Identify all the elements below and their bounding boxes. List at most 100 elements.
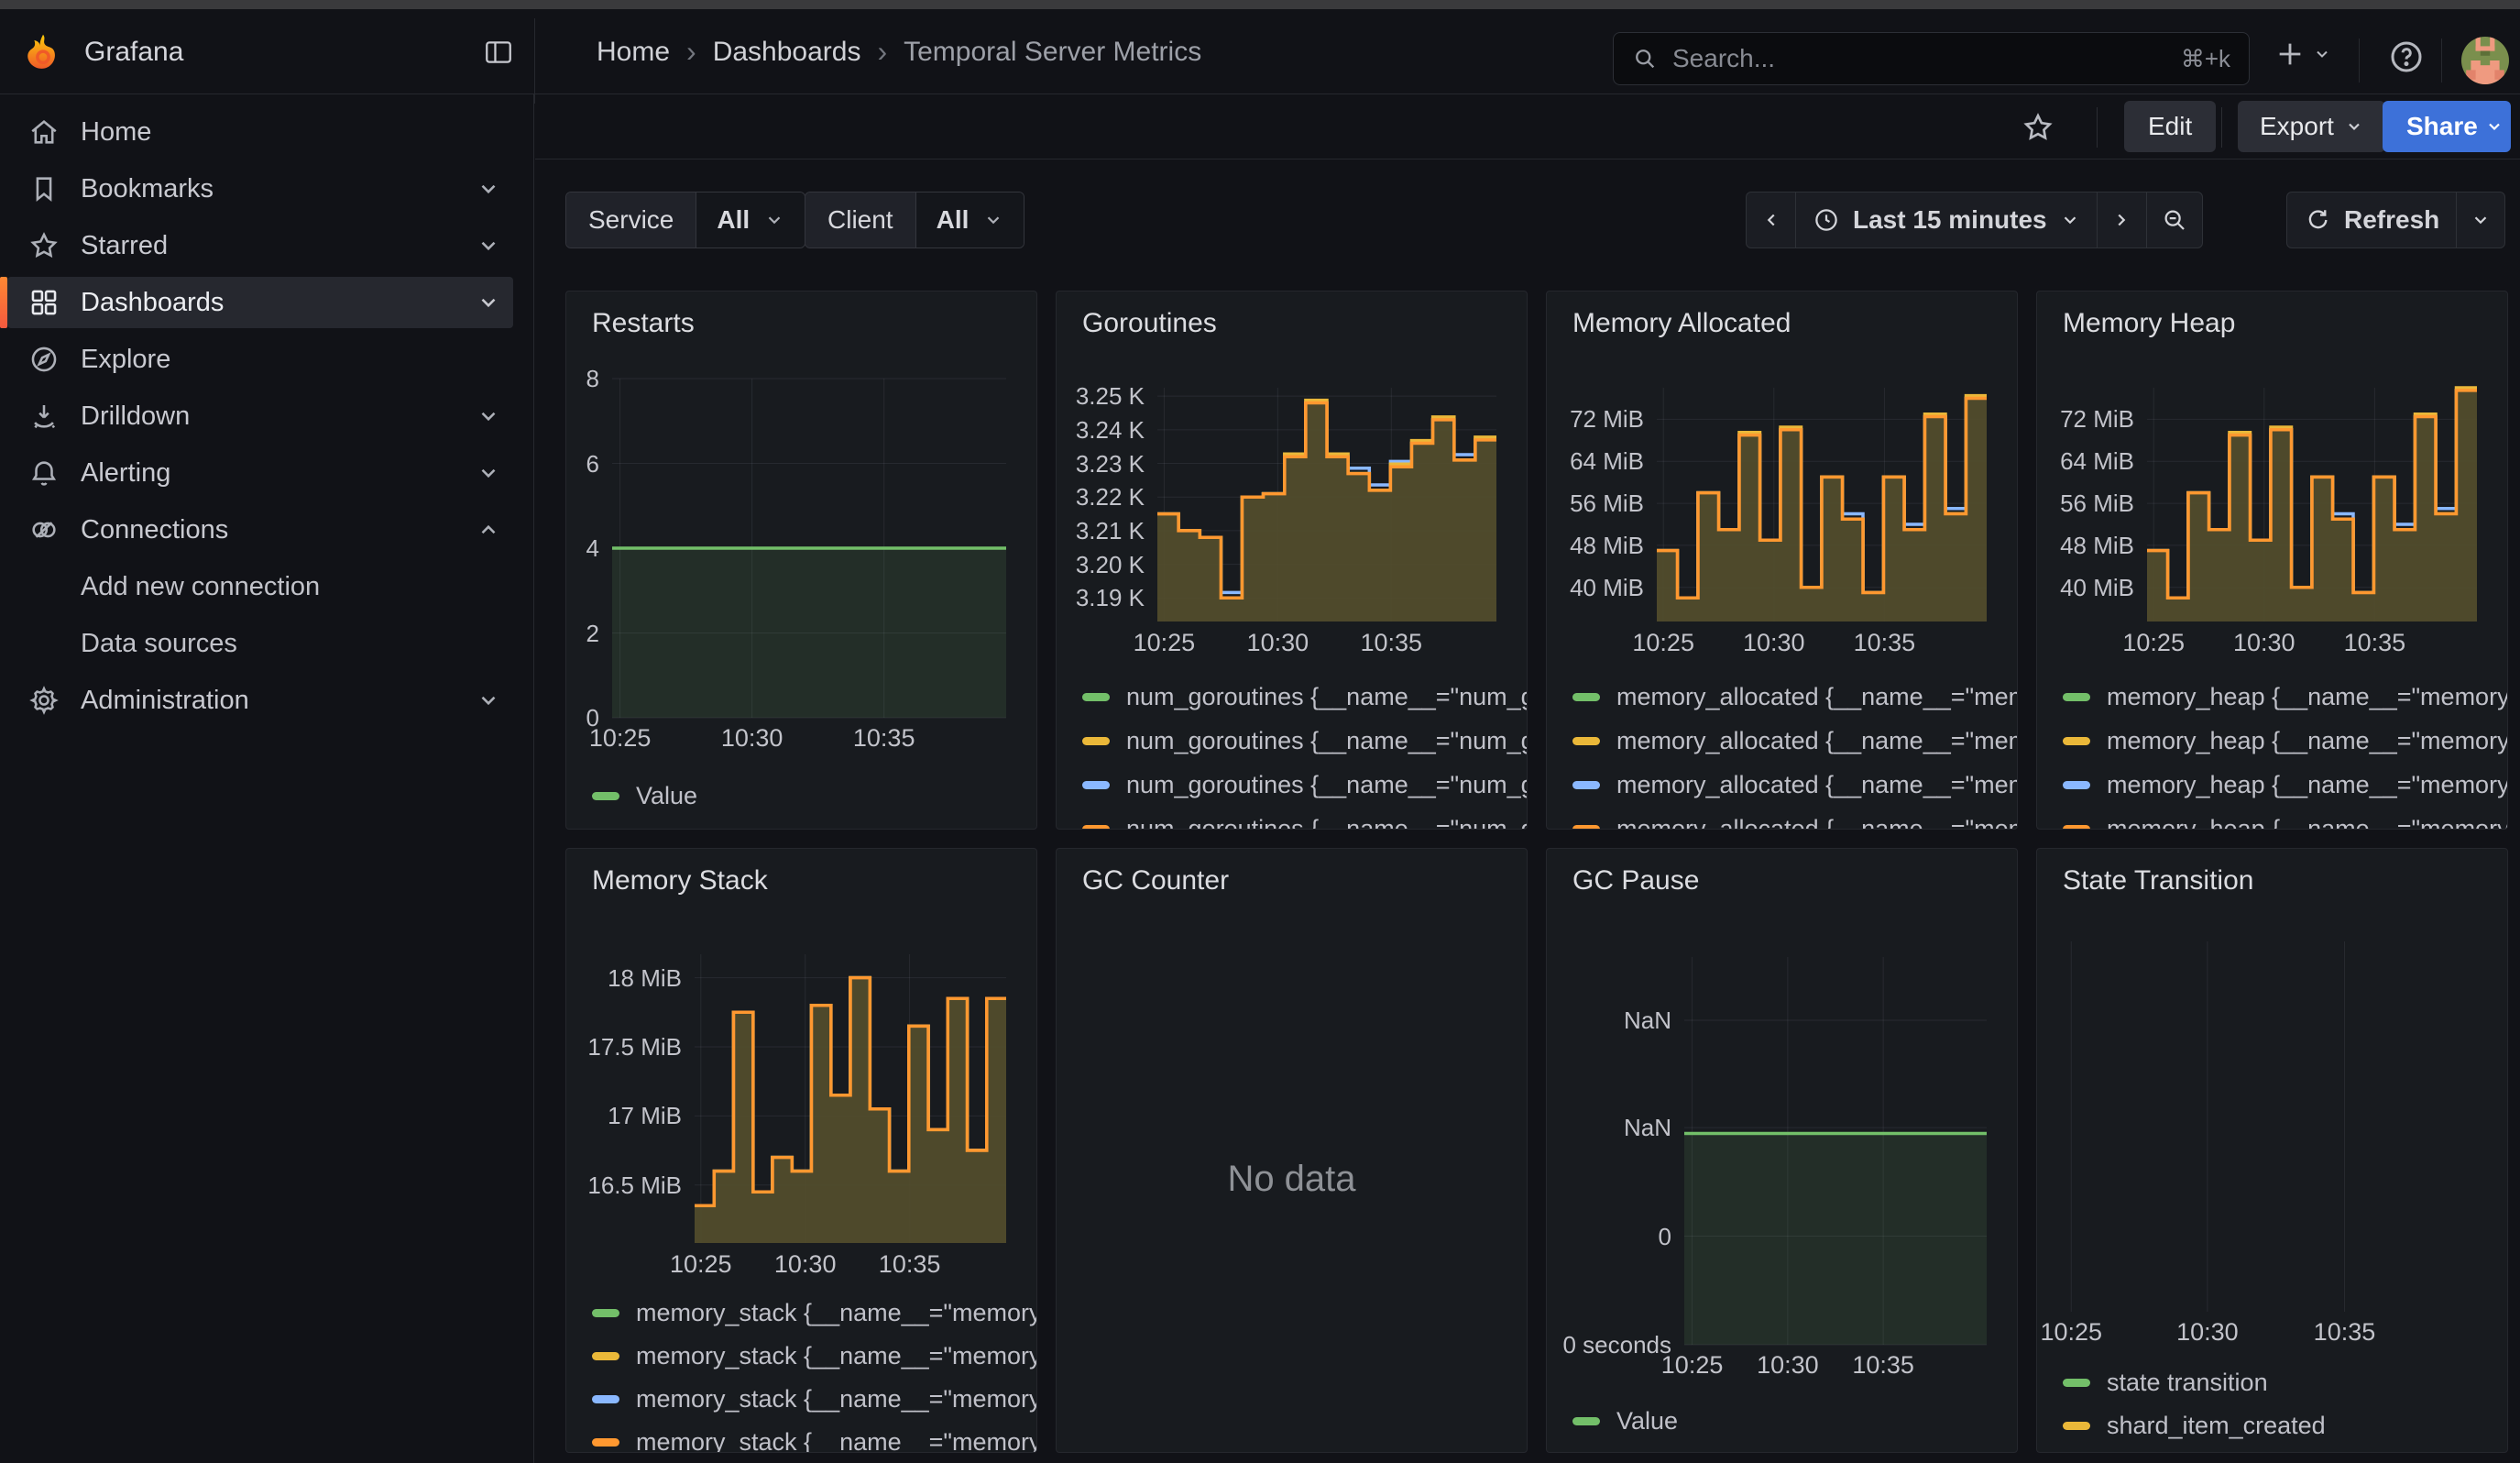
link-icon bbox=[27, 513, 60, 546]
zoom-out-button[interactable] bbox=[2147, 192, 2202, 248]
y-axis-tick: 8 bbox=[566, 365, 599, 393]
plot-area[interactable] bbox=[1157, 388, 1496, 622]
chart-memory-heap[interactable]: 72 MiB64 MiB56 MiB48 MiB40 MiB10:2510:30… bbox=[2037, 292, 2507, 829]
legend-item[interactable]: memory_heap {__name__="memory_h bbox=[2063, 722, 2508, 759]
client-variable-label: Client bbox=[805, 192, 916, 248]
sidebar-item-administration[interactable]: Administration bbox=[0, 672, 533, 729]
chevron-down-icon bbox=[764, 210, 784, 230]
plot-area[interactable] bbox=[1657, 388, 1987, 622]
chart-restarts[interactable]: 8642010:2510:3010:35Value bbox=[566, 292, 1036, 829]
sidebar-item-bookmarks[interactable]: Bookmarks bbox=[0, 160, 533, 217]
legend-series-dash bbox=[2063, 737, 2090, 745]
panel-restarts: Restarts 8642010:2510:3010:35Value bbox=[565, 291, 1037, 830]
search-input[interactable] bbox=[1671, 43, 2168, 74]
panel-gc-pause: GC Pause NaNNaN00 seconds10:2510:3010:35… bbox=[1546, 848, 2018, 1453]
sidebar-item-home[interactable]: Home bbox=[0, 104, 533, 160]
avatar[interactable] bbox=[2461, 37, 2509, 84]
service-variable-value[interactable]: All bbox=[696, 192, 805, 248]
legend-item[interactable]: memory_allocated {__name__="memo bbox=[1572, 722, 2018, 759]
legend-item[interactable]: memory_stack {__name__="memory_s bbox=[592, 1294, 1037, 1331]
legend-item[interactable]: memory_stack {__name__="memory_s bbox=[592, 1424, 1037, 1453]
x-axis-tick: 10:30 bbox=[688, 724, 816, 753]
share-menu-button[interactable] bbox=[2477, 101, 2511, 152]
legend-series-dash bbox=[2063, 1422, 2090, 1430]
chevron-down-icon bbox=[477, 461, 500, 485]
legend-item[interactable]: memory_allocated {__name__="memo bbox=[1572, 766, 2018, 803]
chart-goroutines[interactable]: 3.25 K3.24 K3.23 K3.22 K3.21 K3.20 K3.19… bbox=[1057, 292, 1527, 829]
y-axis-tick: 3.24 K bbox=[1057, 416, 1145, 445]
panel-memory-stack: Memory Stack 18 MiB17.5 MiB17 MiB16.5 Mi… bbox=[565, 848, 1037, 1453]
refresh-button[interactable]: Refresh bbox=[2287, 192, 2457, 248]
legend-item[interactable]: state transition bbox=[2063, 1364, 2268, 1401]
legend-item[interactable]: memory_allocated {__name__="memo bbox=[1572, 678, 2018, 715]
chevron-down-icon bbox=[2313, 45, 2331, 63]
y-axis-tick: 3.20 K bbox=[1057, 551, 1145, 579]
legend-item[interactable]: num_goroutines {__name__="num_go bbox=[1082, 722, 1528, 759]
grafana-logo-icon[interactable] bbox=[24, 33, 62, 72]
legend-item[interactable]: memory_stack {__name__="memory_s bbox=[592, 1337, 1037, 1374]
chevron-down-icon bbox=[477, 234, 500, 258]
breadcrumb-separator: › bbox=[685, 35, 698, 69]
client-variable-value[interactable]: All bbox=[916, 192, 1024, 248]
sidebar-item-alerting[interactable]: Alerting bbox=[0, 445, 533, 501]
sidebar-item-add-new-connection[interactable]: Add new connection bbox=[0, 558, 533, 615]
y-axis-tick: 6 bbox=[566, 450, 599, 478]
plot-area[interactable] bbox=[2147, 388, 2477, 622]
sidebar-item-explore[interactable]: Explore bbox=[0, 331, 533, 388]
help-button[interactable] bbox=[2388, 38, 2425, 75]
sidebar-item-starred[interactable]: Starred bbox=[0, 217, 533, 274]
legend-item[interactable]: memory_allocated {__name__="memo bbox=[1572, 810, 2018, 830]
plot-area[interactable] bbox=[695, 954, 1006, 1243]
chart-memory-stack[interactable]: 18 MiB17.5 MiB17 MiB16.5 MiB10:2510:3010… bbox=[566, 849, 1036, 1452]
time-back-button[interactable] bbox=[1747, 192, 1796, 248]
y-axis-tick: 64 MiB bbox=[1547, 447, 1644, 476]
chart-gc-pause[interactable]: NaNNaN00 seconds10:2510:3010:35Value bbox=[1547, 849, 2017, 1452]
sidebar-item-drilldown[interactable]: Drilldown bbox=[0, 388, 533, 445]
x-axis-tick: 10:35 bbox=[1327, 629, 1455, 657]
dock-menu-icon[interactable] bbox=[480, 37, 517, 68]
legend-item[interactable]: memory_heap {__name__="memory_h bbox=[2063, 810, 2508, 830]
legend-item[interactable]: num_goroutines {__name__="num_go bbox=[1082, 766, 1528, 803]
add-button[interactable] bbox=[2274, 38, 2331, 70]
legend-item[interactable]: Value bbox=[1572, 1402, 1678, 1439]
chevron-right-icon bbox=[2111, 210, 2131, 230]
legend-item[interactable]: shard_item_created bbox=[2063, 1407, 2326, 1444]
x-axis-tick: 10:25 bbox=[2036, 1318, 2135, 1347]
legend-series-dash bbox=[2063, 781, 2090, 789]
legend-series-dash bbox=[592, 1395, 619, 1403]
favorite-star-icon[interactable] bbox=[2021, 111, 2054, 144]
breadcrumb-separator: › bbox=[875, 35, 889, 69]
plot-area[interactable] bbox=[612, 379, 1006, 718]
chart-state-transition[interactable]: 10:2510:3010:35state transitionshard_ite… bbox=[2037, 849, 2507, 1452]
legend-item[interactable]: memory_heap {__name__="memory_h bbox=[2063, 678, 2508, 715]
x-axis-tick: 10:30 bbox=[1710, 629, 1838, 657]
chevron-down-icon bbox=[477, 291, 500, 314]
time-range-picker[interactable]: Last 15 minutes bbox=[1796, 192, 2098, 248]
legend-item[interactable]: memory_heap {__name__="memory_h bbox=[2063, 766, 2508, 803]
panel-title[interactable]: GC Counter bbox=[1082, 865, 1229, 896]
breadcrumb-dashboards[interactable]: Dashboards bbox=[713, 37, 861, 68]
search-icon bbox=[1632, 46, 1658, 72]
plot-area[interactable] bbox=[2037, 941, 2493, 1312]
sidebar-item-connections[interactable]: Connections bbox=[0, 501, 533, 558]
sidebar-item-data-sources[interactable]: Data sources bbox=[0, 615, 533, 672]
grid-icon bbox=[27, 286, 60, 319]
breadcrumb-current: Temporal Server Metrics bbox=[904, 37, 1201, 68]
chevron-down-icon bbox=[477, 177, 500, 201]
sidebar-item-dashboards[interactable]: Dashboards bbox=[0, 274, 533, 331]
legend-item[interactable]: Value bbox=[592, 777, 697, 814]
chart-memory-allocated[interactable]: 72 MiB64 MiB56 MiB48 MiB40 MiB10:2510:30… bbox=[1547, 292, 2017, 829]
export-button[interactable]: Export bbox=[2238, 101, 2385, 152]
legend-item[interactable]: memory_stack {__name__="memory_s bbox=[592, 1380, 1037, 1417]
breadcrumb-home[interactable]: Home bbox=[597, 37, 670, 68]
time-forward-button[interactable] bbox=[2098, 192, 2147, 248]
edit-button[interactable]: Edit bbox=[2124, 101, 2216, 152]
refresh-interval-button[interactable] bbox=[2457, 192, 2504, 248]
legend-item[interactable]: num_goroutines {__name__="num_go bbox=[1082, 678, 1528, 715]
question-circle-icon bbox=[2388, 38, 2425, 75]
legend-series-dash bbox=[592, 792, 619, 800]
legend-item[interactable]: num_goroutines {__name__="num_go bbox=[1082, 810, 1528, 830]
legend-series-label: memory_heap {__name__="memory_h bbox=[2107, 727, 2508, 755]
plot-area[interactable] bbox=[1684, 957, 1987, 1345]
search-box[interactable]: ⌘+k bbox=[1613, 32, 2250, 85]
